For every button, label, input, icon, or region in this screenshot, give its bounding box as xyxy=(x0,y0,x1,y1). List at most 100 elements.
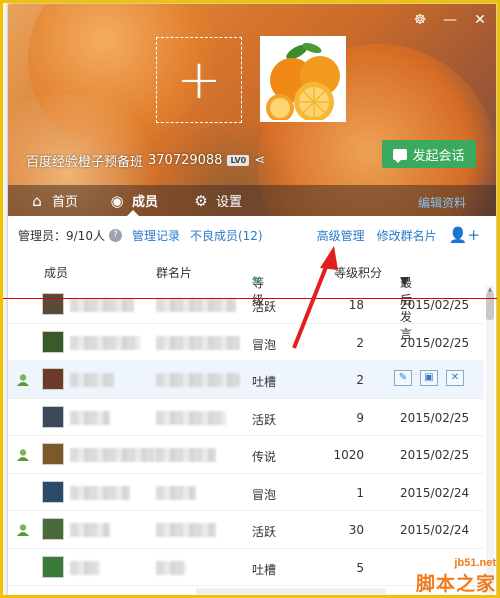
blurred-member-name xyxy=(70,410,110,425)
tab-home[interactable]: ⌂ 首页 xyxy=(20,185,86,216)
member-card-icon[interactable]: ▣ xyxy=(420,370,438,386)
member-last-msg-date: 2015/02/25 xyxy=(400,448,470,462)
member-level: 冒泡 xyxy=(252,487,277,502)
member-last-msg-date: 2015/02/24 xyxy=(400,523,470,537)
table-row[interactable]: 冒泡 2 2015/02/25 xyxy=(8,324,484,361)
blurred-member-name xyxy=(70,298,134,312)
blurred-group-card xyxy=(156,448,216,462)
member-level: 吐槽 xyxy=(252,562,277,577)
group-profile-window: ☸ — ✕ + 百度经验橙子预备班 370729088 LV0 ⋖ 发起会话 ⌂… xyxy=(8,4,496,598)
member-avatar[interactable] xyxy=(42,555,64,578)
edit-profile-link[interactable]: 编辑资料 xyxy=(418,194,466,211)
member-level: 传说 xyxy=(252,450,277,464)
table-row[interactable]: 冒泡 1 2015/02/24 xyxy=(8,474,484,511)
blurred-member-name xyxy=(70,373,114,387)
table-row[interactable]: 传说 1020 2015/02/25 xyxy=(8,436,484,474)
col-card[interactable]: 群名片 xyxy=(156,264,192,281)
skin-icon[interactable]: ☸ xyxy=(412,12,428,28)
blurred-group-card xyxy=(156,485,196,500)
table-row[interactable]: 吐槽 2 ✎ ▣ ✕ xyxy=(8,361,484,399)
tab-members[interactable]: ◉ 成员 xyxy=(100,185,166,216)
member-points: 30 xyxy=(348,523,364,537)
blurred-member-name xyxy=(70,560,100,575)
gear-icon: ⚙ xyxy=(194,191,208,210)
member-last-msg-date: 2015/02/25 xyxy=(400,410,470,425)
member-table-header: 成员 群名片 等级 ✎ 等级积分 最后发言 ▼ xyxy=(8,254,496,341)
member-avatar[interactable] xyxy=(42,518,64,540)
advanced-manage-link[interactable]: 高级管理 xyxy=(317,227,365,244)
blurred-group-card xyxy=(156,410,226,425)
plus-icon: + xyxy=(176,48,222,111)
member-table-body: 活跃 18 2015/02/25 冒泡 2 2015/02/25 吐槽 2 ✎ ▣ ✕ 活跃 9 2015… xyxy=(8,286,484,598)
add-member-icon[interactable]: 👤+ xyxy=(449,226,480,244)
tab-members-label: 成员 xyxy=(132,195,159,210)
blurred-group-card xyxy=(156,523,216,537)
manage-log-link[interactable]: 管理记录 xyxy=(132,227,180,244)
background-text-strip xyxy=(196,588,386,598)
tab-settings-label: 设置 xyxy=(216,195,243,210)
start-chat-label: 发起会话 xyxy=(412,148,465,164)
member-last-msg-date: 2015/02/25 xyxy=(400,298,470,312)
member-points: 5 xyxy=(356,560,364,575)
col-points[interactable]: 等级积分 xyxy=(334,264,382,281)
level-badge: LV0 xyxy=(227,155,250,166)
member-points: 9 xyxy=(356,410,364,425)
member-level: 活跃 xyxy=(252,412,277,427)
blurred-group-card xyxy=(156,560,186,575)
minimize-icon[interactable]: — xyxy=(442,12,458,28)
share-icon[interactable]: ⋖ xyxy=(254,153,265,168)
blurred-group-card xyxy=(156,335,240,350)
blurred-member-name xyxy=(70,448,160,462)
blurred-member-name xyxy=(70,523,110,537)
blurred-group-card xyxy=(156,298,236,312)
admin-count: 管理员：9/10人 xyxy=(18,228,105,243)
table-row[interactable]: 吐槽 5 xyxy=(8,549,484,586)
member-points: 18 xyxy=(348,298,364,312)
start-chat-button[interactable]: 发起会话 xyxy=(382,140,476,168)
help-icon[interactable]: ? xyxy=(108,228,122,242)
edit-card-icon[interactable]: ✎ xyxy=(394,370,412,386)
bad-members-link[interactable]: 不良成员(12) xyxy=(190,227,263,244)
blurred-member-name xyxy=(70,485,130,500)
members-toolbar: 管理员：9/10人 ? 管理记录 不良成员(12) 高级管理 修改群名片 👤+ xyxy=(8,216,496,254)
watermark-name: 脚本之家 xyxy=(415,573,496,595)
member-status-icon xyxy=(16,373,30,387)
blurred-group-card xyxy=(156,373,240,387)
close-icon[interactable]: ✕ xyxy=(472,12,488,28)
tab-settings[interactable]: ⚙ 设置 xyxy=(184,185,250,216)
member-points: 1 xyxy=(356,485,364,500)
member-avatar[interactable] xyxy=(42,368,64,390)
member-avatar[interactable] xyxy=(42,443,64,465)
member-points: 1020 xyxy=(333,448,364,462)
member-avatar[interactable] xyxy=(42,405,64,428)
member-icon: ◉ xyxy=(110,191,124,210)
tab-home-label: 首页 xyxy=(52,195,79,210)
table-row[interactable]: 活跃 18 2015/02/25 xyxy=(8,286,484,324)
group-name: 百度经验橙子预备班 xyxy=(26,155,144,170)
member-points: 2 xyxy=(356,335,364,350)
watermark-url: jb51.net xyxy=(454,557,496,569)
group-id: 370729088 xyxy=(148,153,223,168)
orange-fruit-icon xyxy=(262,38,344,120)
window-controls: ☸ — ✕ xyxy=(412,12,488,28)
group-avatar[interactable] xyxy=(260,36,346,122)
remove-member-icon[interactable]: ✕ xyxy=(446,370,464,386)
table-row[interactable]: 活跃 9 2015/02/25 xyxy=(8,399,484,436)
member-last-msg-date: 2015/02/24 xyxy=(400,485,470,500)
edit-card-link[interactable]: 修改群名片 xyxy=(377,227,437,244)
member-level: 冒泡 xyxy=(252,337,277,352)
scrollbar[interactable]: ▲ xyxy=(486,286,494,598)
member-avatar[interactable] xyxy=(42,480,64,503)
member-avatar[interactable] xyxy=(42,330,64,353)
group-title: 百度经验橙子预备班 370729088 LV0 ⋖ xyxy=(26,151,265,170)
member-level: 活跃 xyxy=(252,300,277,314)
scrollbar-thumb[interactable] xyxy=(486,292,494,320)
member-last-msg-date: 2015/02/25 xyxy=(400,335,470,350)
member-status-icon xyxy=(16,448,30,462)
col-member[interactable]: 成员 xyxy=(44,264,68,281)
add-photo-button[interactable]: + xyxy=(156,37,242,123)
red-guide-line xyxy=(0,298,500,299)
member-avatar[interactable] xyxy=(42,293,64,315)
table-row[interactable]: 活跃 30 2015/02/24 xyxy=(8,511,484,549)
watermark: jb51.net 脚本之家 xyxy=(416,557,496,596)
